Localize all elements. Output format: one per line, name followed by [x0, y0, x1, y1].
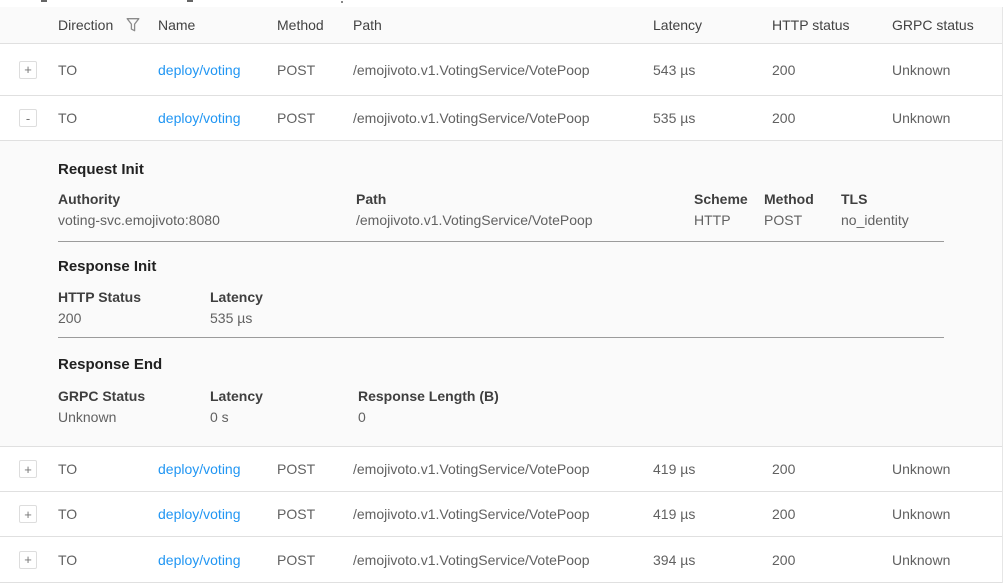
clipped-text-artifact — [187, 0, 193, 2]
table-row: + TO deploy/voting POST /emojivoto.v1.Vo… — [0, 447, 1002, 492]
table-row: + TO deploy/voting POST /emojivoto.v1.Vo… — [0, 44, 1002, 96]
detail-field-response-length: Response Length (B) 0 — [358, 386, 499, 428]
cell-grpc-status: Unknown — [892, 461, 950, 477]
table-row: + TO deploy/voting POST /emojivoto.v1.Vo… — [0, 492, 1002, 537]
cell-latency: 543 µs — [653, 62, 695, 78]
field-label: HTTP Status — [58, 287, 141, 308]
cell-http-status: 200 — [772, 110, 795, 126]
clipped-text-artifact — [341, 1, 343, 3]
cell-latency: 419 µs — [653, 461, 695, 477]
field-label: Latency — [210, 287, 263, 308]
cell-grpc-status: Unknown — [892, 506, 950, 522]
field-value: 0 s — [210, 407, 263, 428]
field-value: 535 µs — [210, 308, 263, 329]
detail-field-path: Path /emojivoto.v1.VotingService/VotePoo… — [356, 189, 593, 231]
resource-link[interactable]: deploy/voting — [158, 506, 241, 522]
field-value: HTTP — [694, 210, 748, 231]
header-direction: Direction — [58, 17, 113, 33]
collapse-row-button[interactable]: - — [19, 109, 37, 127]
expand-row-button[interactable]: + — [19, 61, 37, 79]
tap-event-detail-panel: Request Init Authority voting-svc.emojiv… — [0, 141, 1002, 447]
cell-method: POST — [277, 461, 315, 477]
section-divider — [58, 241, 944, 242]
detail-field-grpc-status: GRPC Status Unknown — [58, 386, 145, 428]
header-path: Path — [353, 17, 382, 33]
cell-direction: TO — [58, 110, 77, 126]
detail-field-authority: Authority voting-svc.emojivoto:8080 — [58, 189, 220, 231]
cell-path: /emojivoto.v1.VotingService/VotePoop — [353, 110, 590, 126]
field-value: 200 — [58, 308, 141, 329]
cell-http-status: 200 — [772, 62, 795, 78]
detail-field-latency: Latency 535 µs — [210, 287, 263, 329]
response-init-title: Response Init — [58, 258, 156, 275]
field-label: GRPC Status — [58, 386, 145, 407]
cell-direction: TO — [58, 506, 77, 522]
resource-link[interactable]: deploy/voting — [158, 552, 241, 568]
cell-direction: TO — [58, 461, 77, 477]
cell-grpc-status: Unknown — [892, 62, 950, 78]
cell-path: /emojivoto.v1.VotingService/VotePoop — [353, 461, 590, 477]
cell-direction: TO — [58, 62, 77, 78]
cell-latency: 535 µs — [653, 110, 695, 126]
field-label: Path — [356, 189, 593, 210]
request-init-title: Request Init — [58, 161, 144, 178]
cell-path: /emojivoto.v1.VotingService/VotePoop — [353, 552, 590, 568]
section-divider — [58, 337, 944, 338]
detail-field-scheme: Scheme HTTP — [694, 189, 748, 231]
field-label: Response Length (B) — [358, 386, 499, 407]
cell-method: POST — [277, 506, 315, 522]
header-name: Name — [158, 17, 195, 33]
resource-link[interactable]: deploy/voting — [158, 110, 241, 126]
field-label: Method — [764, 189, 814, 210]
cell-method: POST — [277, 62, 315, 78]
field-value: Unknown — [58, 407, 145, 428]
cell-http-status: 200 — [772, 552, 795, 568]
detail-field-http-status: HTTP Status 200 — [58, 287, 141, 329]
detail-field-latency: Latency 0 s — [210, 386, 263, 428]
detail-field-method: Method POST — [764, 189, 814, 231]
field-value: /emojivoto.v1.VotingService/VotePoop — [356, 210, 593, 231]
table-row-expanded: - TO deploy/voting POST /emojivoto.v1.Vo… — [0, 96, 1002, 141]
field-label: Scheme — [694, 189, 748, 210]
header-method: Method — [277, 17, 324, 33]
header-grpc-status: GRPC status — [892, 17, 974, 33]
header-http-status: HTTP status — [772, 17, 850, 33]
clipped-text-artifact — [41, 0, 47, 2]
cell-path: /emojivoto.v1.VotingService/VotePoop — [353, 506, 590, 522]
response-end-title: Response End — [58, 356, 162, 373]
header-latency: Latency — [653, 17, 702, 33]
field-value: 0 — [358, 407, 499, 428]
cell-method: POST — [277, 552, 315, 568]
funnel-filter-icon[interactable] — [126, 18, 140, 33]
field-label: Authority — [58, 189, 220, 210]
cell-grpc-status: Unknown — [892, 552, 950, 568]
expand-row-button[interactable]: + — [19, 505, 37, 523]
expand-row-button[interactable]: + — [19, 460, 37, 478]
cell-path: /emojivoto.v1.VotingService/VotePoop — [353, 62, 590, 78]
cell-latency: 394 µs — [653, 552, 695, 568]
table-row: + TO deploy/voting POST /emojivoto.v1.Vo… — [0, 537, 1002, 583]
table-header: Direction Name Method Path Latency HTTP … — [0, 7, 1002, 44]
resource-link[interactable]: deploy/voting — [158, 461, 241, 477]
detail-field-tls: TLS no_identity — [841, 189, 909, 231]
field-label: Latency — [210, 386, 263, 407]
expand-row-button[interactable]: + — [19, 551, 37, 569]
cell-http-status: 200 — [772, 461, 795, 477]
field-value: voting-svc.emojivoto:8080 — [58, 210, 220, 231]
resource-link[interactable]: deploy/voting — [158, 62, 241, 78]
field-label: TLS — [841, 189, 909, 210]
cell-grpc-status: Unknown — [892, 110, 950, 126]
tap-results-table: Direction Name Method Path Latency HTTP … — [0, 7, 1003, 583]
field-value: no_identity — [841, 210, 909, 231]
cell-method: POST — [277, 110, 315, 126]
cell-latency: 419 µs — [653, 506, 695, 522]
field-value: POST — [764, 210, 814, 231]
cell-http-status: 200 — [772, 506, 795, 522]
cell-direction: TO — [58, 552, 77, 568]
